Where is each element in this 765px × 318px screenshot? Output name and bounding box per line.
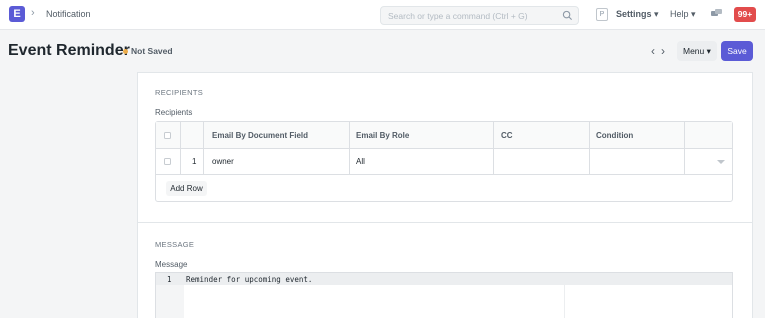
avatar[interactable]: P <box>596 8 608 21</box>
settings-dropdown[interactable]: Settings ▾ <box>616 9 659 20</box>
column-divider <box>684 122 685 175</box>
chevron-right-icon: › <box>31 7 35 19</box>
chat-icon[interactable] <box>711 9 722 19</box>
message-code-editor[interactable]: 1 Reminder for upcoming event. <box>155 272 733 318</box>
search-placeholder: Search or type a command (Ctrl + G) <box>388 11 528 21</box>
column-divider <box>203 122 204 175</box>
column-divider <box>493 122 494 175</box>
select-all-checkbox[interactable] <box>164 132 171 139</box>
menu-button[interactable]: Menu ▾ <box>677 41 717 61</box>
row-checkbox[interactable] <box>164 158 171 165</box>
next-doc-button[interactable]: › <box>661 44 665 58</box>
breadcrumb-notification[interactable]: Notification <box>46 9 91 19</box>
page-title: Event Reminder <box>8 42 130 59</box>
navbar: E › Notification Search or type a comman… <box>0 0 765 30</box>
chevron-down-icon[interactable] <box>717 160 725 164</box>
message-label: Message <box>155 260 188 269</box>
column-divider <box>589 122 590 175</box>
cell-email-by-role[interactable]: All <box>356 157 365 166</box>
column-divider <box>349 122 350 175</box>
add-row-button[interactable]: Add Row <box>166 181 207 196</box>
editor-line-number: 1 <box>167 275 172 284</box>
search-icon <box>562 10 573 21</box>
column-divider <box>180 122 181 175</box>
message-section-heading[interactable]: MESSAGE <box>155 240 194 249</box>
table-header: Email By Document Field Email By Role CC… <box>156 122 732 149</box>
table-row[interactable]: 1 owner All <box>156 149 732 175</box>
editor-line-text[interactable]: Reminder for upcoming event. <box>186 275 312 284</box>
save-button[interactable]: Save <box>721 41 753 61</box>
column-cc: CC <box>501 131 513 140</box>
status-dot <box>123 49 128 54</box>
section-divider <box>137 222 753 223</box>
recipients-label: Recipients <box>155 108 193 117</box>
column-email-by-document-field: Email By Document Field <box>212 131 309 140</box>
help-dropdown[interactable]: Help ▾ <box>670 9 696 20</box>
prev-doc-button[interactable]: ‹ <box>651 44 655 58</box>
status-indicator: Not Saved <box>131 46 173 56</box>
notification-badge[interactable]: 99+ <box>734 7 756 22</box>
recipients-table: Email By Document Field Email By Role CC… <box>155 121 733 202</box>
cell-email-by-document-field[interactable]: owner <box>212 157 234 166</box>
editor-print-margin <box>564 285 565 318</box>
row-index: 1 <box>192 157 197 166</box>
column-condition: Condition <box>596 131 634 140</box>
recipients-section-heading[interactable]: RECIPIENTS <box>155 88 203 97</box>
column-email-by-role: Email By Role <box>356 131 410 140</box>
search-input[interactable]: Search or type a command (Ctrl + G) <box>380 6 579 25</box>
app-logo[interactable]: E <box>9 6 25 22</box>
